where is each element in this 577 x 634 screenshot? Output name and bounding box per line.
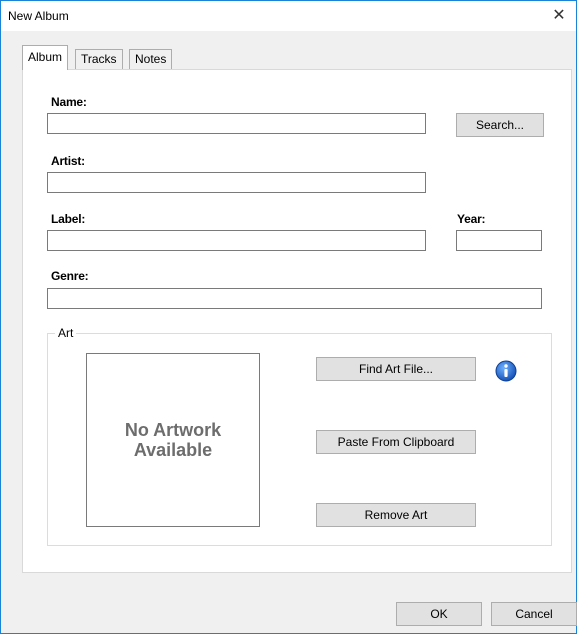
year-label: Year: [457,212,486,226]
name-label: Name: [51,95,87,109]
new-album-dialog: New Album ✕ Album Tracks Notes Name: Sea… [0,0,577,634]
ok-button[interactable]: OK [396,602,482,626]
remove-art-button[interactable]: Remove Art [316,503,476,527]
window-title: New Album [8,9,69,23]
title-bar: New Album ✕ [1,1,576,31]
find-art-file-button[interactable]: Find Art File... [316,357,476,381]
info-icon[interactable] [495,360,517,382]
year-input[interactable] [456,230,542,251]
genre-label: Genre: [51,269,89,283]
close-button[interactable]: ✕ [542,1,576,31]
no-artwork-text: No Artwork Available [124,420,222,460]
genre-input[interactable] [47,288,542,309]
tab-notes[interactable]: Notes [129,49,173,69]
search-button[interactable]: Search... [456,113,544,137]
paste-from-clipboard-button[interactable]: Paste From Clipboard [316,430,476,454]
artist-label: Artist: [51,154,85,168]
close-icon: ✕ [552,7,566,24]
label-input[interactable] [47,230,426,251]
art-group-label: Art [55,326,77,340]
tab-tracks[interactable]: Tracks [75,49,123,69]
artwork-preview: No Artwork Available [86,353,260,527]
artist-input[interactable] [47,172,426,193]
tab-album[interactable]: Album [22,45,69,70]
name-input[interactable] [47,113,426,134]
cancel-button[interactable]: Cancel [491,602,577,626]
label-label: Label: [51,212,86,226]
